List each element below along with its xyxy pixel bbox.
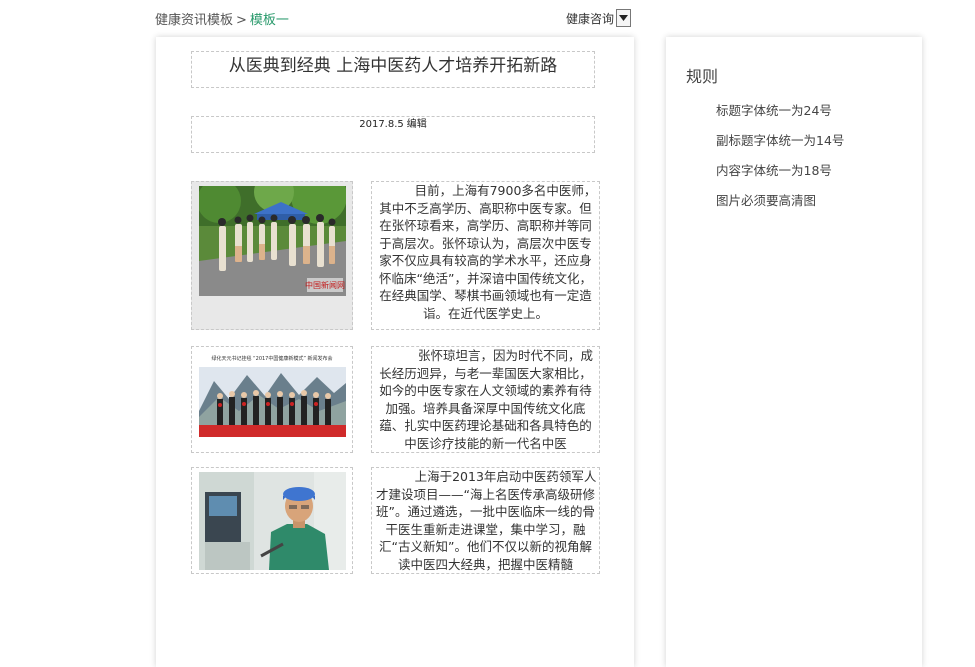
article-text-box[interactable]: 目前，上海有7900多名中医师，其中不乏高学历、高职称中医专家。但在张怀琼看来，… — [371, 181, 600, 330]
article-image-box[interactable] — [191, 467, 353, 574]
article-date: 2017.8.5 — [359, 119, 404, 130]
breadcrumb-parent-link[interactable]: 健康资讯模板 — [155, 13, 233, 28]
article-image-box[interactable]: 中国新闻网 — [191, 168, 353, 330]
breadcrumb: 健康资讯模板 > 模板一 — [155, 9, 289, 28]
ceremony-photo-image: 绿化天元书记挂毯 “2017中国健康新模式” 新闻发布会 — [199, 351, 346, 437]
article-paragraph: 张怀琼坦言，因为时代不同，成长经历迥异，与老一辈国医大家相比，如今的中医专家在人… — [379, 348, 593, 451]
article-paragraph: 目前，上海有7900多名中医师，其中不乏高学历、高职称中医专家。但在张怀琼看来，… — [379, 183, 597, 321]
rule-item: 标题字体统一为24号 — [716, 103, 832, 118]
group-photo-image: 中国新闻网 — [197, 168, 347, 296]
article-text-box[interactable]: 张怀琼坦言，因为时代不同，成长经历迥异，与老一辈国医大家相比，如今的中医专家在人… — [371, 346, 600, 453]
rule-item: 图片必须要高清图 — [716, 193, 817, 208]
rule-item: 副标题字体统一为14号 — [716, 133, 845, 148]
rules-list: 标题字体统一为24号 副标题字体统一为14号 内容字体统一为18号 图片必须要高… — [716, 101, 844, 221]
breadcrumb-separator: > — [236, 13, 247, 28]
article-meta-box[interactable]: 2017.8.5 编辑 — [191, 116, 595, 153]
doctor-photo-image — [199, 472, 346, 570]
banner-text: 绿化天元书记挂毯 “2017中国健康新模式” 新闻发布会 — [211, 355, 332, 362]
rules-panel: 规则 标题字体统一为24号 副标题字体统一为14号 内容字体统一为18号 图片必… — [666, 37, 922, 667]
article-text-box[interactable]: 上海于2013年启动中医药领军人才建设项目——“海上名医传承高级研修班”。通过遴… — [371, 467, 600, 574]
rules-title: 规则 — [686, 67, 719, 86]
article-panel: 从医典到经典 上海中医药人才培养开拓新路 2017.8.5 编辑 中国新闻网 目… — [156, 37, 634, 667]
breadcrumb-current: 模板一 — [249, 13, 289, 28]
watermark-text: 中国新闻网 — [305, 280, 345, 290]
article-image-box[interactable]: 绿化天元书记挂毯 “2017中国健康新模式” 新闻发布会 — [191, 346, 353, 453]
category-select-value: 健康咨询 — [566, 11, 615, 26]
article-title-box[interactable]: 从医典到经典 上海中医药人才培养开拓新路 — [191, 51, 595, 88]
article-paragraph: 上海于2013年启动中医药领军人才建设项目——“海上名医传承高级研修班”。通过遴… — [376, 469, 597, 572]
rule-item: 内容字体统一为18号 — [716, 163, 832, 178]
article-title: 从医典到经典 上海中医药人才培养开拓新路 — [228, 56, 558, 76]
edit-link[interactable]: 编辑 — [407, 119, 427, 130]
dropdown-arrow-icon[interactable] — [616, 9, 632, 27]
category-select[interactable]: 健康咨询 — [566, 8, 632, 28]
